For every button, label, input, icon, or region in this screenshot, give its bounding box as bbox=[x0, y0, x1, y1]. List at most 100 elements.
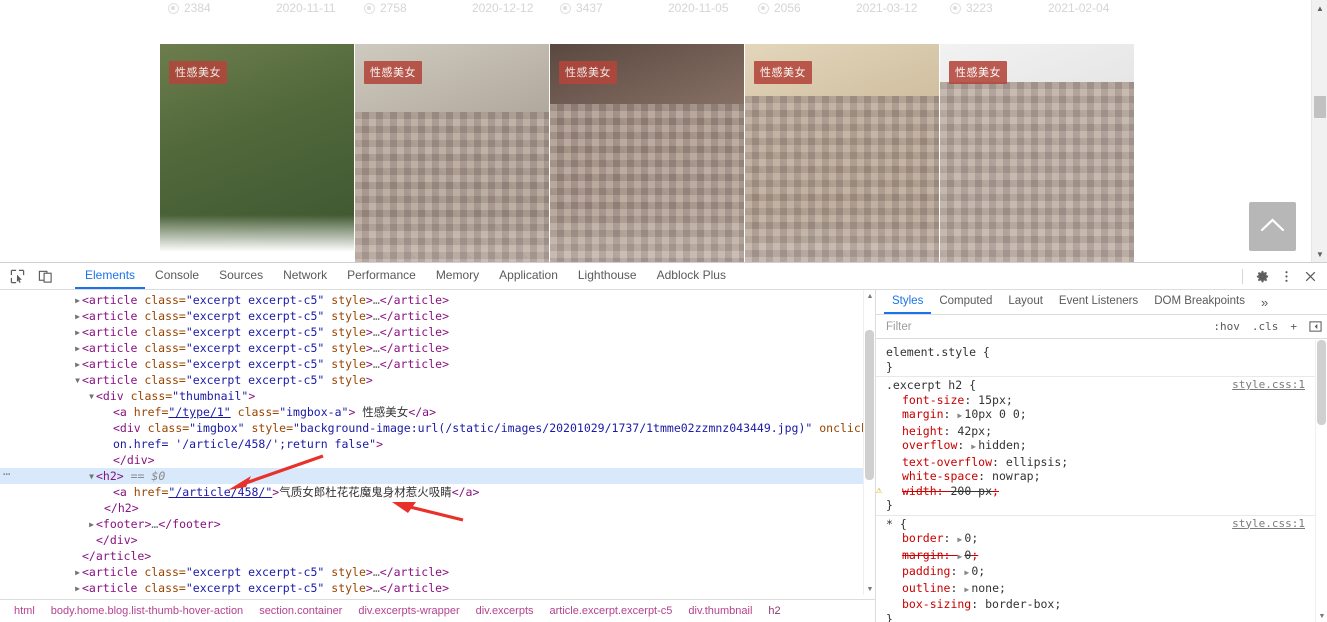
dom-node[interactable]: ▶ <article class="excerpt excerpt-c5" sty… bbox=[0, 564, 863, 580]
category-badge[interactable]: 性感美女 bbox=[754, 61, 812, 84]
css-property[interactable]: margin bbox=[902, 407, 944, 421]
scroll-down-arrow-icon[interactable]: ▼ bbox=[1312, 246, 1327, 262]
breadcrumb-item[interactable]: div.thumbnail bbox=[680, 605, 760, 617]
tab-memory[interactable]: Memory bbox=[426, 263, 489, 289]
css-value[interactable]: 42px bbox=[957, 424, 985, 438]
device-toolbar-icon[interactable] bbox=[34, 265, 56, 287]
css-declaration[interactable]: outline: ▶ none; bbox=[886, 581, 1307, 598]
css-declaration[interactable]: border: ▶ 0; bbox=[886, 531, 1307, 548]
css-property[interactable]: margin bbox=[902, 548, 944, 562]
css-value[interactable]: 15px bbox=[978, 393, 1006, 407]
tab-console[interactable]: Console bbox=[145, 263, 209, 289]
tab-performance[interactable]: Performance bbox=[337, 263, 426, 289]
dom-scroll-up-icon[interactable]: ▲ bbox=[864, 290, 875, 302]
collapse-triangle-icon[interactable]: ▼ bbox=[87, 469, 96, 485]
css-declaration[interactable]: padding: ▶ 0; bbox=[886, 564, 1307, 581]
tab-sources[interactable]: Sources bbox=[209, 263, 273, 289]
styles-tab-dom-breakpoints[interactable]: DOM Breakpoints bbox=[1146, 290, 1253, 314]
css-rule[interactable]: element.style {} bbox=[876, 344, 1315, 377]
styles-tab-computed[interactable]: Computed bbox=[931, 290, 1000, 314]
styles-tab-event-listeners[interactable]: Event Listeners bbox=[1051, 290, 1146, 314]
css-property[interactable]: height bbox=[902, 424, 944, 438]
hov-toggle-button[interactable]: :hov bbox=[1211, 320, 1242, 333]
dom-node[interactable]: </div> bbox=[0, 532, 863, 548]
inspect-element-icon[interactable] bbox=[6, 265, 28, 287]
dom-node[interactable]: ▶ <article class="excerpt excerpt-c5" sty… bbox=[0, 308, 863, 324]
dom-node[interactable]: <div class="imgbox" style="background-im… bbox=[0, 420, 863, 436]
css-value[interactable]: hidden bbox=[978, 438, 1020, 452]
css-selector[interactable]: * { bbox=[886, 517, 907, 531]
collapse-triangle-icon[interactable]: ▼ bbox=[73, 373, 82, 389]
dom-node[interactable]: ▶ <article class="excerpt excerpt-c5" sty… bbox=[0, 324, 863, 340]
tab-adblock-plus[interactable]: Adblock Plus bbox=[647, 263, 736, 289]
toggle-sidebar-icon[interactable] bbox=[1307, 319, 1323, 335]
css-value[interactable]: border-box bbox=[985, 597, 1054, 611]
css-declaration[interactable]: height: 42px; bbox=[886, 424, 1307, 439]
new-style-rule-button[interactable]: + bbox=[1288, 320, 1299, 333]
article-card[interactable]: 性感美女 bbox=[355, 44, 549, 262]
css-property[interactable]: box-sizing bbox=[902, 597, 971, 611]
breadcrumb-item[interactable]: section.container bbox=[251, 605, 350, 617]
css-value[interactable]: nowrap bbox=[992, 469, 1034, 483]
cls-toggle-button[interactable]: .cls bbox=[1250, 320, 1281, 333]
tab-network[interactable]: Network bbox=[273, 263, 337, 289]
scroll-up-arrow-icon[interactable]: ▲ bbox=[1312, 0, 1327, 16]
dom-scroll-down-icon[interactable]: ▼ bbox=[864, 583, 875, 595]
dom-node[interactable]: <a href="/type/1" class="imgbox-a"> 性感美女… bbox=[0, 404, 863, 420]
css-value[interactable]: 0 bbox=[964, 548, 971, 562]
styles-scrollbar[interactable]: ▲ ▼ bbox=[1315, 339, 1327, 622]
dom-node[interactable]: </h2> bbox=[0, 500, 863, 516]
dom-node-selected[interactable]: ⋯ ▼ <h2> == $0 bbox=[0, 467, 863, 485]
css-declaration[interactable]: overflow: ▶ hidden; bbox=[886, 438, 1307, 455]
styles-more-tabs-icon[interactable]: » bbox=[1253, 290, 1276, 314]
styles-tab-layout[interactable]: Layout bbox=[1000, 290, 1051, 314]
page-scrollbar[interactable]: ▲ ▼ bbox=[1311, 0, 1327, 262]
gear-icon[interactable] bbox=[1251, 265, 1273, 287]
article-card[interactable]: 性感美女 bbox=[745, 44, 939, 262]
dom-node[interactable]: ▼ <div class="thumbnail"> bbox=[0, 388, 863, 404]
article-card[interactable]: 性感美女 bbox=[550, 44, 744, 262]
dom-scrollbar-thumb[interactable] bbox=[865, 330, 874, 480]
dom-tree[interactable]: ▶ <article class="excerpt excerpt-c5" sty… bbox=[0, 290, 863, 595]
close-icon[interactable] bbox=[1299, 265, 1321, 287]
collapse-triangle-icon[interactable]: ▼ bbox=[87, 389, 96, 405]
dom-tree-scrollbar[interactable]: ▲ ▼ bbox=[863, 290, 875, 595]
css-declaration[interactable]: text-overflow: ellipsis; bbox=[886, 455, 1307, 470]
dom-node[interactable]: ▶ <article class="excerpt excerpt-c5" sty… bbox=[0, 292, 863, 308]
css-value[interactable]: 10px 0 0 bbox=[964, 407, 1019, 421]
dom-node[interactable]: ▶ <article class="excerpt excerpt-c5" sty… bbox=[0, 340, 863, 356]
css-declaration[interactable]: font-size: 15px; bbox=[886, 393, 1307, 408]
styles-filter-input[interactable] bbox=[886, 320, 1204, 333]
css-value[interactable]: ellipsis bbox=[1006, 455, 1061, 469]
css-declaration[interactable]: box-sizing: border-box; bbox=[886, 597, 1307, 612]
css-value[interactable]: 200 px bbox=[950, 484, 992, 498]
styles-rules-list[interactable]: element.style {} .excerpt h2 { style.css:1… bbox=[876, 340, 1315, 622]
css-value[interactable]: 0 bbox=[971, 564, 978, 578]
category-badge[interactable]: 性感美女 bbox=[559, 61, 617, 84]
category-badge[interactable]: 性感美女 bbox=[949, 61, 1007, 84]
expand-triangle-icon[interactable]: ▶ bbox=[73, 293, 82, 309]
breadcrumb-item[interactable]: article.excerpt.excerpt-c5 bbox=[542, 605, 681, 617]
dom-attr-link[interactable]: "/type/1" bbox=[168, 405, 230, 419]
tab-application[interactable]: Application bbox=[489, 263, 568, 289]
css-source-link[interactable]: style.css:1 bbox=[1232, 378, 1305, 393]
tab-lighthouse[interactable]: Lighthouse bbox=[568, 263, 647, 289]
dom-node[interactable]: ▶ <article class="excerpt excerpt-c5" sty… bbox=[0, 580, 863, 595]
css-selector[interactable]: .excerpt h2 { bbox=[886, 378, 976, 392]
breadcrumb-item[interactable]: div.excerpts-wrapper bbox=[350, 605, 467, 617]
css-property[interactable]: border bbox=[902, 531, 944, 545]
expand-triangle-icon[interactable]: ▶ bbox=[73, 357, 82, 373]
css-selector[interactable]: element.style { bbox=[886, 345, 990, 359]
css-property[interactable]: outline bbox=[902, 581, 950, 595]
css-property[interactable]: width bbox=[902, 484, 937, 498]
css-source-link[interactable]: style.css:1 bbox=[1232, 517, 1305, 532]
css-value[interactable]: 0 bbox=[964, 531, 971, 545]
category-badge[interactable]: 性感美女 bbox=[364, 61, 422, 84]
dom-node[interactable]: <a href="/article/458/">气质女郎杜花花魔鬼身材惹火吸睛<… bbox=[0, 484, 863, 500]
breadcrumb-item[interactable]: h2 bbox=[760, 605, 788, 617]
breadcrumb-item[interactable]: body.home.blog.list-thumb-hover-action bbox=[43, 605, 251, 617]
more-vertical-icon[interactable] bbox=[1275, 265, 1297, 287]
expand-triangle-icon[interactable]: ▶ bbox=[87, 517, 96, 533]
css-value[interactable]: none bbox=[971, 581, 999, 595]
css-declaration[interactable]: margin: ▶ 10px 0 0; bbox=[886, 407, 1307, 424]
